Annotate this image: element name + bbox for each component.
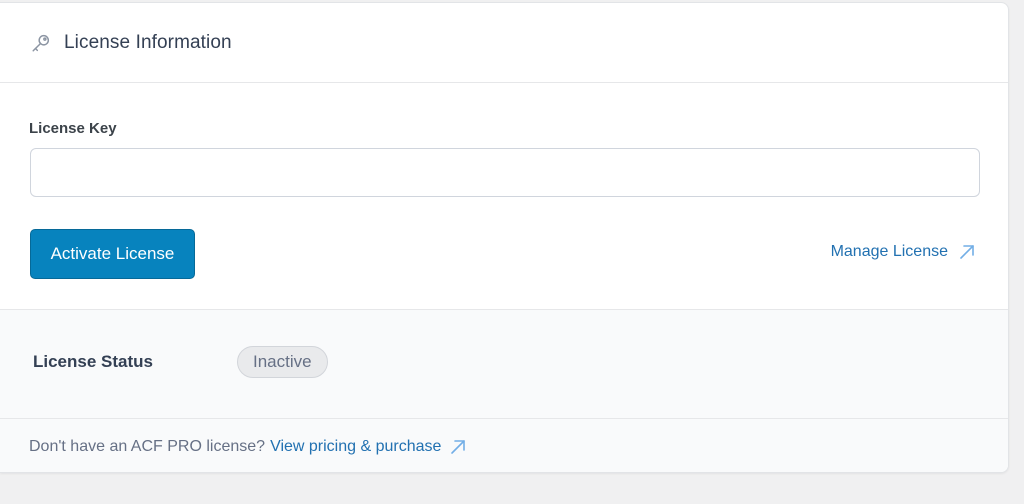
- license-status-section: License Status Inactive: [0, 309, 1008, 419]
- status-badge: Inactive: [237, 346, 328, 378]
- footer-text: Don't have an ACF PRO license?: [29, 437, 266, 455]
- panel-footer: Don't have an ACF PRO license? View pric…: [0, 419, 1008, 472]
- license-key-label: License Key: [29, 120, 117, 137]
- manage-license-label: Manage License: [830, 243, 948, 260]
- license-status-label: License Status: [33, 352, 153, 371]
- view-pricing-link[interactable]: View pricing & purchase: [270, 438, 467, 456]
- license-key-input[interactable]: [30, 148, 980, 197]
- view-pricing-label: View pricing & purchase: [270, 437, 442, 455]
- license-information-panel: License Information License Key Activate…: [0, 2, 1009, 473]
- external-link-icon: [958, 243, 976, 261]
- panel-title: License Information: [64, 31, 232, 53]
- license-key-section: License Key Activate License Manage Lice…: [0, 83, 1008, 309]
- key-icon: [30, 32, 52, 54]
- manage-license-link[interactable]: Manage License: [831, 243, 976, 261]
- activate-license-button[interactable]: Activate License: [30, 229, 195, 279]
- external-link-icon: [449, 438, 467, 456]
- panel-header: License Information: [0, 3, 1008, 83]
